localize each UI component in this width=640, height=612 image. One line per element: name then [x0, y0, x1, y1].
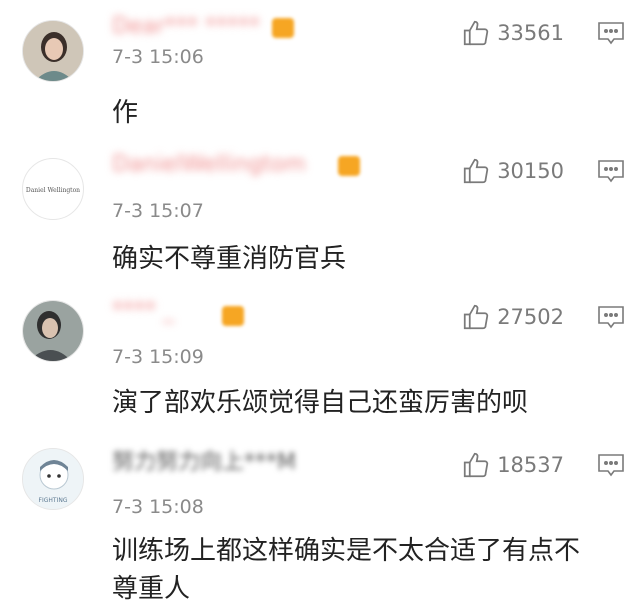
- timestamp: 7-3 15:07: [112, 200, 204, 222]
- comment-menu-icon[interactable]: [596, 304, 626, 330]
- username[interactable]: **** _: [112, 298, 174, 324]
- avatar-brand-text: Daniel Wellington: [25, 187, 81, 194]
- timestamp: 7-3 15:09: [112, 346, 204, 368]
- avatar[interactable]: Daniel Wellington: [22, 158, 84, 220]
- like-button[interactable]: 27502: [461, 302, 564, 332]
- like-button[interactable]: 30150: [461, 156, 564, 186]
- timestamp: 7-3 15:08: [112, 496, 204, 518]
- comment-text: 演了部欢乐颂觉得自己还蛮厉害的呗: [112, 388, 529, 418]
- avatar[interactable]: [22, 20, 84, 82]
- comment-text: 作: [112, 98, 139, 128]
- thumbs-up-icon: [464, 20, 489, 46]
- timestamp: 7-3 15:06: [112, 46, 204, 68]
- avatar[interactable]: [22, 300, 84, 362]
- comment-item: Dear*** ***** 7-3 15:06 33561 作: [0, 8, 640, 148]
- comment-menu-icon[interactable]: [596, 452, 626, 478]
- member-badge-icon: [272, 18, 294, 38]
- like-button[interactable]: 33561: [461, 18, 564, 48]
- comment-menu-icon[interactable]: [596, 20, 626, 46]
- like-count: 18537: [497, 453, 564, 477]
- avatar-caption: FIGHTING: [38, 497, 68, 504]
- comment-text: 训练场上都这样确实是不太合适了有点不尊重人: [112, 536, 581, 604]
- comment-item: **** _ 7-3 15:09 27502 演了部欢乐颂觉得自己还蛮厉害的呗: [0, 292, 640, 432]
- thumbs-up-icon: [464, 452, 489, 478]
- member-badge-icon: [338, 156, 360, 176]
- thumbs-up-icon: [464, 158, 489, 184]
- avatar[interactable]: FIGHTING: [22, 448, 84, 510]
- member-badge-icon: [222, 306, 244, 326]
- like-count: 33561: [497, 21, 564, 45]
- comment-text: 确实不尊重消防官兵: [112, 244, 347, 274]
- thumbs-up-icon: [464, 304, 489, 330]
- username[interactable]: 努力努力向上***M: [112, 450, 296, 476]
- comment-item: Daniel Wellington DanielWellingtom 7-3 1…: [0, 146, 640, 286]
- comment-menu-icon[interactable]: [596, 158, 626, 184]
- like-count: 27502: [497, 305, 564, 329]
- username[interactable]: Dear*** *****: [112, 14, 260, 40]
- comment-item: FIGHTING 努力努力向上***M 7-3 15:08 18537 训练场上…: [0, 444, 640, 612]
- like-count: 30150: [497, 159, 564, 183]
- username[interactable]: DanielWellingtom: [112, 152, 306, 178]
- like-button[interactable]: 18537: [461, 450, 564, 480]
